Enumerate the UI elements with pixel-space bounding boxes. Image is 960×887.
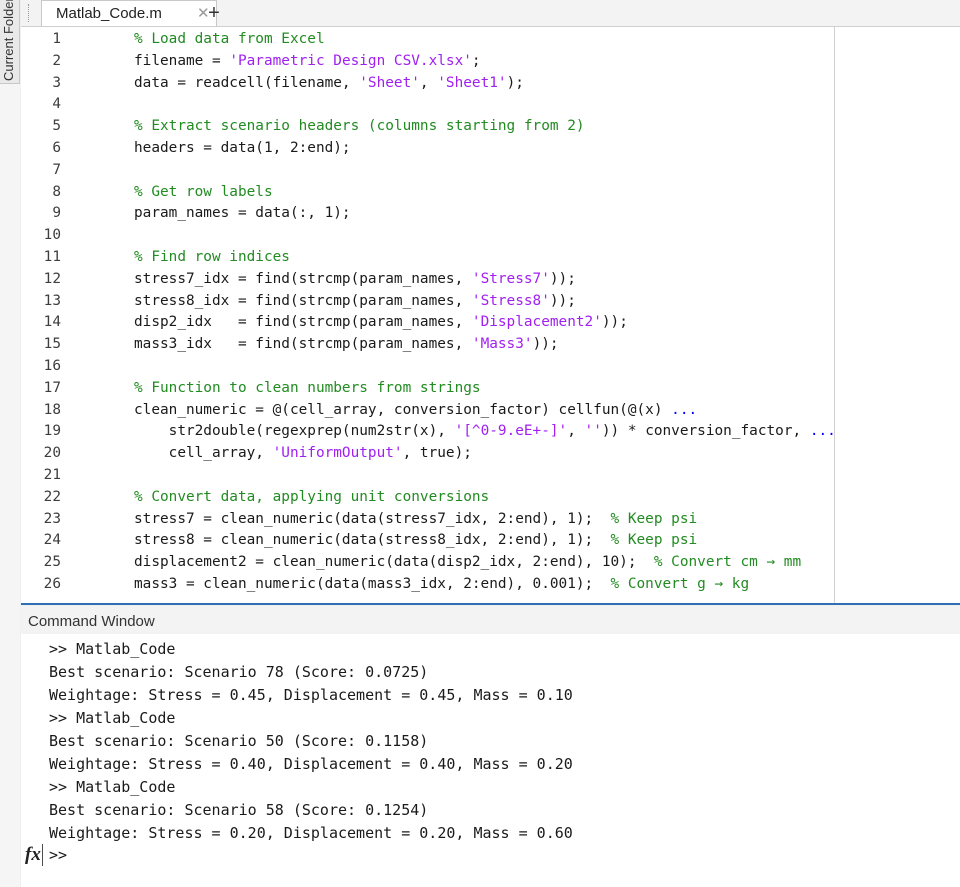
code-text[interactable]: headers = data(1, 2:end); [134,138,351,160]
file-tab-matlab-code[interactable]: Matlab_Code.m ✕ [41,0,217,26]
current-folder-strip: Current Folder [0,0,20,887]
code-editor[interactable]: 1 % Load data from Excel 2 filename = 'Para… [21,27,960,605]
editor-tab-bar: Matlab_Code.m ✕ + [21,0,960,27]
code-line[interactable]: 24 stress8 = clean_numeric(data(stress8_i… [21,530,960,552]
line-number: 1 [52,31,61,47]
line-number: 15 [43,336,61,353]
code-line[interactable]: 26 mass3 = clean_numeric(data(mass3_idx, … [21,574,960,596]
line-number: 3 [52,74,61,91]
code-line[interactable]: 19 str2double(regexprep(num2str(x), '[^0… [21,421,960,443]
code-text[interactable]: clean_numeric = @(cell_array, conversion… [134,400,697,422]
line-number: 23 [43,510,61,527]
code-line[interactable]: 2 filename = 'Parametric Design CSV.xlsx'… [21,51,960,73]
code-text[interactable]: % Get row labels [134,182,273,204]
line-number: 22 [43,488,61,505]
line-number: 20 [43,445,61,462]
code-text[interactable]: % Load data from Excel [134,29,325,51]
code-text[interactable]: stress8_idx = find(strcmp(param_names, '… [134,291,576,313]
command-output-line: Weightage: Stress = 0.20, Displacement =… [49,824,573,842]
line-number: 9 [52,205,61,222]
code-text[interactable]: mass3_idx = find(strcmp(param_names, 'Ma… [134,334,559,356]
line-number: 24 [43,532,61,549]
line-number: 2 [52,52,61,69]
command-prompt[interactable]: >> [49,846,67,864]
command-window-title-bar: Command Window [21,606,960,634]
code-line[interactable]: 9 param_names = data(:, 1); [21,203,960,225]
line-number: 10 [43,227,61,244]
line-number: 7 [52,161,61,178]
code-line[interactable]: 25 displacement2 = clean_numeric(data(dis… [21,552,960,574]
code-text[interactable]: cell_array, 'UniformOutput', true); [134,443,472,465]
code-text[interactable]: stress7_idx = find(strcmp(param_names, '… [134,269,576,291]
code-text[interactable]: % Find row indices [134,247,290,269]
command-window[interactable]: >> Matlab_Code Best scenario: Scenario 78… [21,634,960,887]
command-output-line: Best scenario: Scenario 50 (Score: 0.115… [49,732,429,750]
current-folder-tab[interactable]: Current Folder [0,0,20,84]
line-number: 25 [43,554,61,571]
code-text[interactable]: mass3 = clean_numeric(data(mass3_idx, 2:… [134,574,749,596]
line-number: 11 [43,249,61,265]
code-text[interactable]: % Extract scenario headers (columns star… [134,116,585,138]
code-line[interactable]: 22 % Convert data, applying unit conversi… [21,487,960,509]
line-number: 12 [43,270,61,287]
line-number: 8 [52,183,61,200]
current-folder-label: Current Folder [1,0,16,81]
code-line[interactable]: 8 % Get row labels [21,182,960,204]
line-number: 21 [43,467,61,483]
code-line[interactable]: 14 disp2_idx = find(strcmp(param_names, '… [21,312,960,334]
line-number: 16 [43,358,61,374]
line-number: 4 [52,96,61,113]
command-output-line: >> Matlab_Code [49,778,176,796]
code-line[interactable]: 3 data = readcell(filename, 'Sheet', 'She… [21,73,960,95]
code-line[interactable]: 13 stress8_idx = find(strcmp(param_names,… [21,291,960,313]
code-line[interactable]: 20 cell_array, 'UniformOutput', true); [21,443,960,465]
code-line[interactable]: 17 % Function to clean numbers from strin… [21,378,960,400]
code-line[interactable]: 12 stress7_idx = find(strcmp(param_names,… [21,269,960,291]
code-line[interactable]: 21 [21,465,960,487]
code-line[interactable]: 11 % Find row indices [21,247,960,269]
command-output-line: Weightage: Stress = 0.45, Displacement =… [49,686,573,704]
fx-icon[interactable]: fx [25,844,41,866]
drag-grip-icon[interactable] [28,4,31,22]
code-text[interactable]: % Convert data, applying unit conversion… [134,487,489,509]
code-line[interactable]: 1 % Load data from Excel [21,29,960,51]
code-text[interactable]: str2double(regexprep(num2str(x), '[^0-9.… [134,421,836,443]
line-number: 6 [52,140,61,156]
line-number: 18 [43,401,61,418]
code-text[interactable]: stress8 = clean_numeric(data(stress8_idx… [134,530,697,552]
code-line[interactable]: 4 [21,94,960,116]
line-number: 19 [43,423,61,440]
code-line[interactable]: 7 [21,160,960,182]
line-number: 13 [43,292,61,309]
code-line[interactable]: 18 clean_numeric = @(cell_array, conversi… [21,400,960,422]
code-text[interactable]: param_names = data(:, 1); [134,203,351,225]
text-caret [42,844,43,866]
line-number: 17 [43,379,61,396]
code-line[interactable]: 15 mass3_idx = find(strcmp(param_names, '… [21,334,960,356]
code-text[interactable]: displacement2 = clean_numeric(data(disp2… [134,552,801,574]
command-output-line: Best scenario: Scenario 78 (Score: 0.072… [49,663,429,681]
command-output-line: >> Matlab_Code [49,640,176,658]
code-text[interactable]: data = readcell(filename, 'Sheet', 'Shee… [134,73,524,95]
command-output-line: Weightage: Stress = 0.40, Displacement =… [49,755,573,773]
code-text[interactable]: stress7 = clean_numeric(data(stress7_idx… [134,509,697,531]
code-text[interactable]: disp2_idx = find(strcmp(param_names, 'Di… [134,312,628,334]
new-tab-button[interactable]: + [199,1,229,25]
code-line[interactable]: 16 [21,356,960,378]
line-number: 5 [52,118,61,135]
code-line[interactable]: 10 [21,225,960,247]
code-line[interactable]: 5 % Extract scenario headers (columns sta… [21,116,960,138]
line-number: 26 [43,576,61,592]
command-output-line: Best scenario: Scenario 58 (Score: 0.125… [49,801,429,819]
line-number: 14 [43,314,61,331]
file-tab-label: Matlab_Code.m [56,5,162,22]
code-text[interactable]: % Function to clean numbers from strings [134,378,481,400]
code-line[interactable]: 23 stress7 = clean_numeric(data(stress7_i… [21,509,960,531]
command-window-title: Command Window [28,613,155,630]
code-line[interactable]: 6 headers = data(1, 2:end); [21,138,960,160]
code-text[interactable]: filename = 'Parametric Design CSV.xlsx'; [134,51,481,73]
command-output-line: >> Matlab_Code [49,709,176,727]
